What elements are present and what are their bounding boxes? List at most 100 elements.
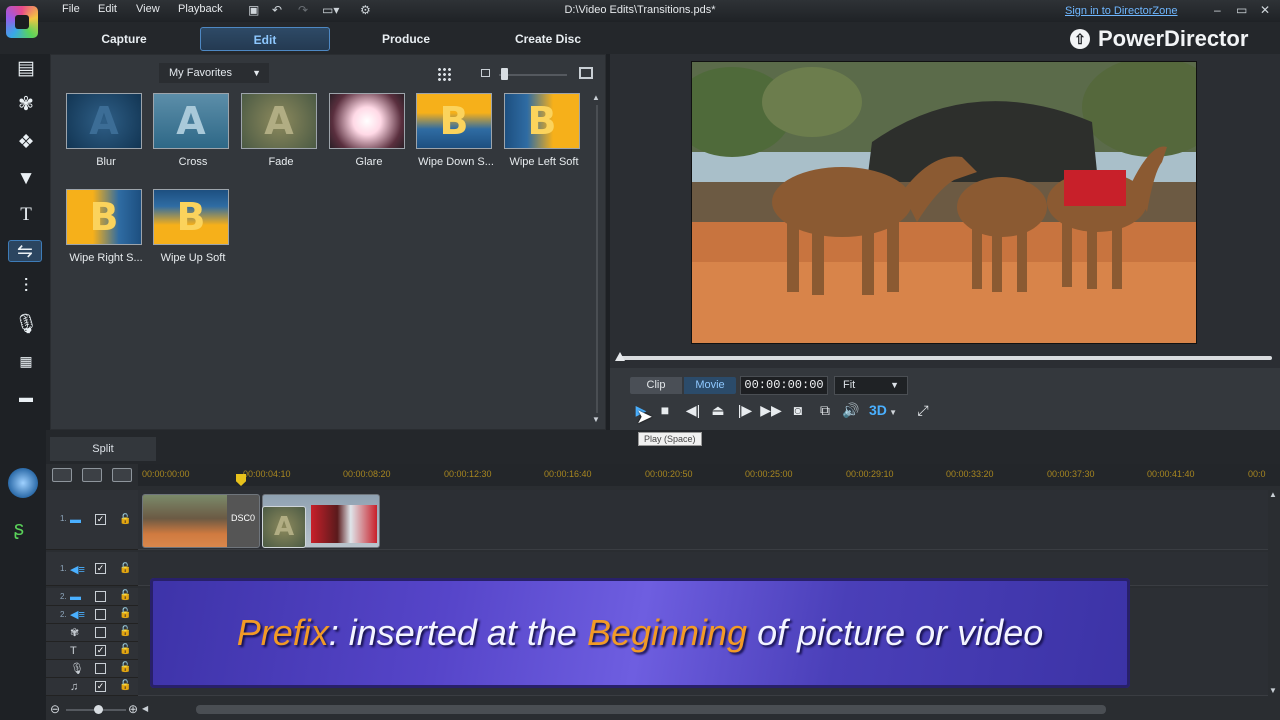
fit-dropdown[interactable]: Fit ▼	[834, 376, 908, 395]
detach-preview-icon[interactable]: ⧉	[814, 400, 836, 420]
lock-icon[interactable]: 🔓	[119, 590, 131, 601]
small-thumbnail-icon[interactable]	[481, 69, 490, 77]
track-enable-checkbox[interactable]: ✓	[95, 514, 106, 525]
track-enable-checkbox[interactable]: ✓	[95, 563, 106, 574]
fullscreen-icon[interactable]: ⤢	[912, 400, 934, 420]
track-enable-checkbox[interactable]: ✓	[95, 645, 106, 656]
tab-capture[interactable]: Capture	[64, 27, 184, 51]
transition-room-icon[interactable]: ⇋	[8, 240, 42, 262]
close-icon[interactable]: ✕	[1260, 3, 1270, 17]
upload-icon: ⇧	[1070, 29, 1090, 49]
scroll-up-icon[interactable]: ▲	[592, 93, 600, 102]
menu-bar: File Edit View Playback ▣ ↶ ↷ ▭▾ ⚙ D:\Vi…	[0, 0, 1280, 22]
3d-mode-icon[interactable]: 3D ▼	[868, 400, 898, 420]
wipe-left-thumbnail: B	[504, 93, 580, 149]
playhead[interactable]	[236, 474, 246, 486]
clip-label: DSC0	[231, 513, 256, 523]
3d-timeline-icon[interactable]	[8, 468, 38, 498]
large-thumbnail-icon[interactable]	[579, 67, 593, 79]
title-room-icon[interactable]: T	[14, 204, 38, 226]
lock-icon[interactable]: 🔓	[119, 662, 131, 673]
split-snapshot-icon[interactable]: ⏏	[707, 400, 729, 420]
cross-thumbnail: A	[153, 93, 229, 149]
scrub-thumb[interactable]	[615, 352, 625, 361]
particle-room-icon[interactable]: ▼	[14, 168, 38, 190]
add-track-icon[interactable]	[112, 468, 132, 482]
lock-icon[interactable]: 🔓	[119, 563, 131, 574]
timecode-display[interactable]: 00:00:00:00	[740, 376, 828, 395]
lock-icon[interactable]: 🔓	[119, 514, 131, 525]
caption-word-prefix: Prefix	[236, 612, 329, 653]
chapter-room-icon[interactable]: ▦	[14, 350, 38, 372]
fast-forward-icon[interactable]: ▶▶	[760, 400, 782, 420]
lock-icon[interactable]: 🔓	[119, 608, 131, 619]
tab-produce[interactable]: Produce	[346, 27, 466, 51]
subtitle-room-icon[interactable]: ▬	[14, 386, 38, 408]
scroll-down-icon[interactable]: ▼	[1269, 686, 1277, 695]
lock-icon[interactable]: 🔓	[119, 644, 131, 655]
grid-view-icon[interactable]	[437, 67, 451, 81]
track-header-video-1: 1. ▬ ✓ 🔓	[46, 490, 138, 550]
movie-mode-button[interactable]: Movie	[684, 377, 736, 394]
media-room-icon[interactable]: ▤	[14, 58, 38, 80]
slider-thumb[interactable]	[501, 68, 508, 80]
track-enable-checkbox[interactable]	[95, 663, 106, 674]
clip-mode-button[interactable]: Clip	[630, 377, 682, 394]
transition-tile-blur[interactable]: A Blur	[66, 93, 146, 168]
volume-icon[interactable]: 🔊	[840, 400, 862, 420]
track-enable-checkbox[interactable]	[95, 591, 106, 602]
preview-scrub-bar[interactable]	[618, 356, 1272, 360]
transition-tile-wipe-up-soft[interactable]: B Wipe Up Soft	[153, 189, 233, 264]
fade-transition-on-timeline[interactable]: A	[262, 506, 306, 548]
transition-tile-cross[interactable]: A Cross	[153, 93, 233, 168]
video-clip-camels[interactable]: DSC0	[142, 494, 260, 548]
tab-edit[interactable]: Edit	[200, 27, 330, 51]
zoom-in-icon[interactable]: ⊕	[128, 702, 138, 716]
transition-tile-wipe-left-soft[interactable]: B Wipe Left Soft	[504, 93, 584, 168]
track-enable-checkbox[interactable]: ✓	[95, 681, 106, 692]
effect-room-icon[interactable]: ✾	[14, 94, 38, 116]
scroll-up-icon[interactable]: ▲	[1269, 490, 1277, 499]
tab-create-disc[interactable]: Create Disc	[482, 27, 614, 51]
transition-tile-wipe-down-soft[interactable]: B Wipe Down S...	[416, 93, 496, 168]
split-button[interactable]: Split	[50, 437, 156, 461]
track-enable-checkbox[interactable]	[95, 609, 106, 620]
track-manager-icon[interactable]	[52, 468, 72, 482]
minimize-icon[interactable]: –	[1214, 3, 1221, 17]
scroll-down-icon[interactable]: ▼	[592, 415, 600, 424]
timeline-ruler[interactable]: 00:00:00:00 00:00:04:10 00:00:08:20 00:0…	[138, 464, 1280, 486]
transition-tile-wipe-right-soft[interactable]: B Wipe Right S...	[66, 189, 146, 264]
lock-icon[interactable]: 🔓	[119, 680, 131, 691]
transition-tile-glare[interactable]: Glare	[329, 93, 409, 168]
caption-text-2: of picture or video	[747, 612, 1044, 653]
powerdirector-window: File Edit View Playback ▣ ↶ ↷ ▭▾ ⚙ D:\Vi…	[0, 0, 1280, 720]
voice-over-room-icon[interactable]: 🎙	[14, 314, 38, 336]
zoom-out-icon[interactable]: ⊖	[50, 702, 60, 716]
track-number: 2.	[60, 610, 67, 619]
audio-mixing-room-icon[interactable]: ⫶	[14, 276, 38, 298]
previous-frame-icon[interactable]: ◀|	[682, 400, 704, 420]
maximize-icon[interactable]: ▭	[1236, 3, 1247, 17]
zoom-slider-thumb[interactable]	[94, 705, 103, 714]
stop-icon[interactable]: ■	[654, 400, 676, 420]
thumbnail-size-slider[interactable]	[499, 74, 567, 76]
magic-tool-icon[interactable]: ʂ	[14, 518, 24, 541]
signin-link[interactable]: Sign in to DirectorZone	[1065, 5, 1178, 17]
ruler-tick: 00:00:33:20	[946, 469, 994, 479]
lock-icon[interactable]: 🔓	[119, 626, 131, 637]
next-frame-icon[interactable]: |▶	[734, 400, 756, 420]
timeline-vertical-scrollbar[interactable]: ▲ ▼	[1268, 490, 1278, 700]
scroll-left-icon[interactable]: ◀	[142, 704, 148, 713]
storyboard-view-icon[interactable]	[82, 468, 102, 482]
chevron-down-icon: ▼	[252, 68, 261, 78]
snapshot-camera-icon[interactable]: ◙	[787, 400, 809, 420]
timeline-horizontal-scrollbar[interactable]	[196, 705, 1106, 714]
pip-room-icon[interactable]: ❖	[14, 132, 38, 154]
transition-tile-fade[interactable]: A Fade	[241, 93, 321, 168]
preview-video-frame	[691, 61, 1197, 344]
scroll-track[interactable]	[596, 105, 598, 413]
library-scrollbar[interactable]: ▲ ▼	[592, 93, 601, 424]
track-enable-checkbox[interactable]	[95, 627, 106, 638]
favorites-dropdown[interactable]: My Favorites ▼	[159, 63, 269, 83]
brand[interactable]: ⇧ PowerDirector	[1070, 24, 1248, 54]
